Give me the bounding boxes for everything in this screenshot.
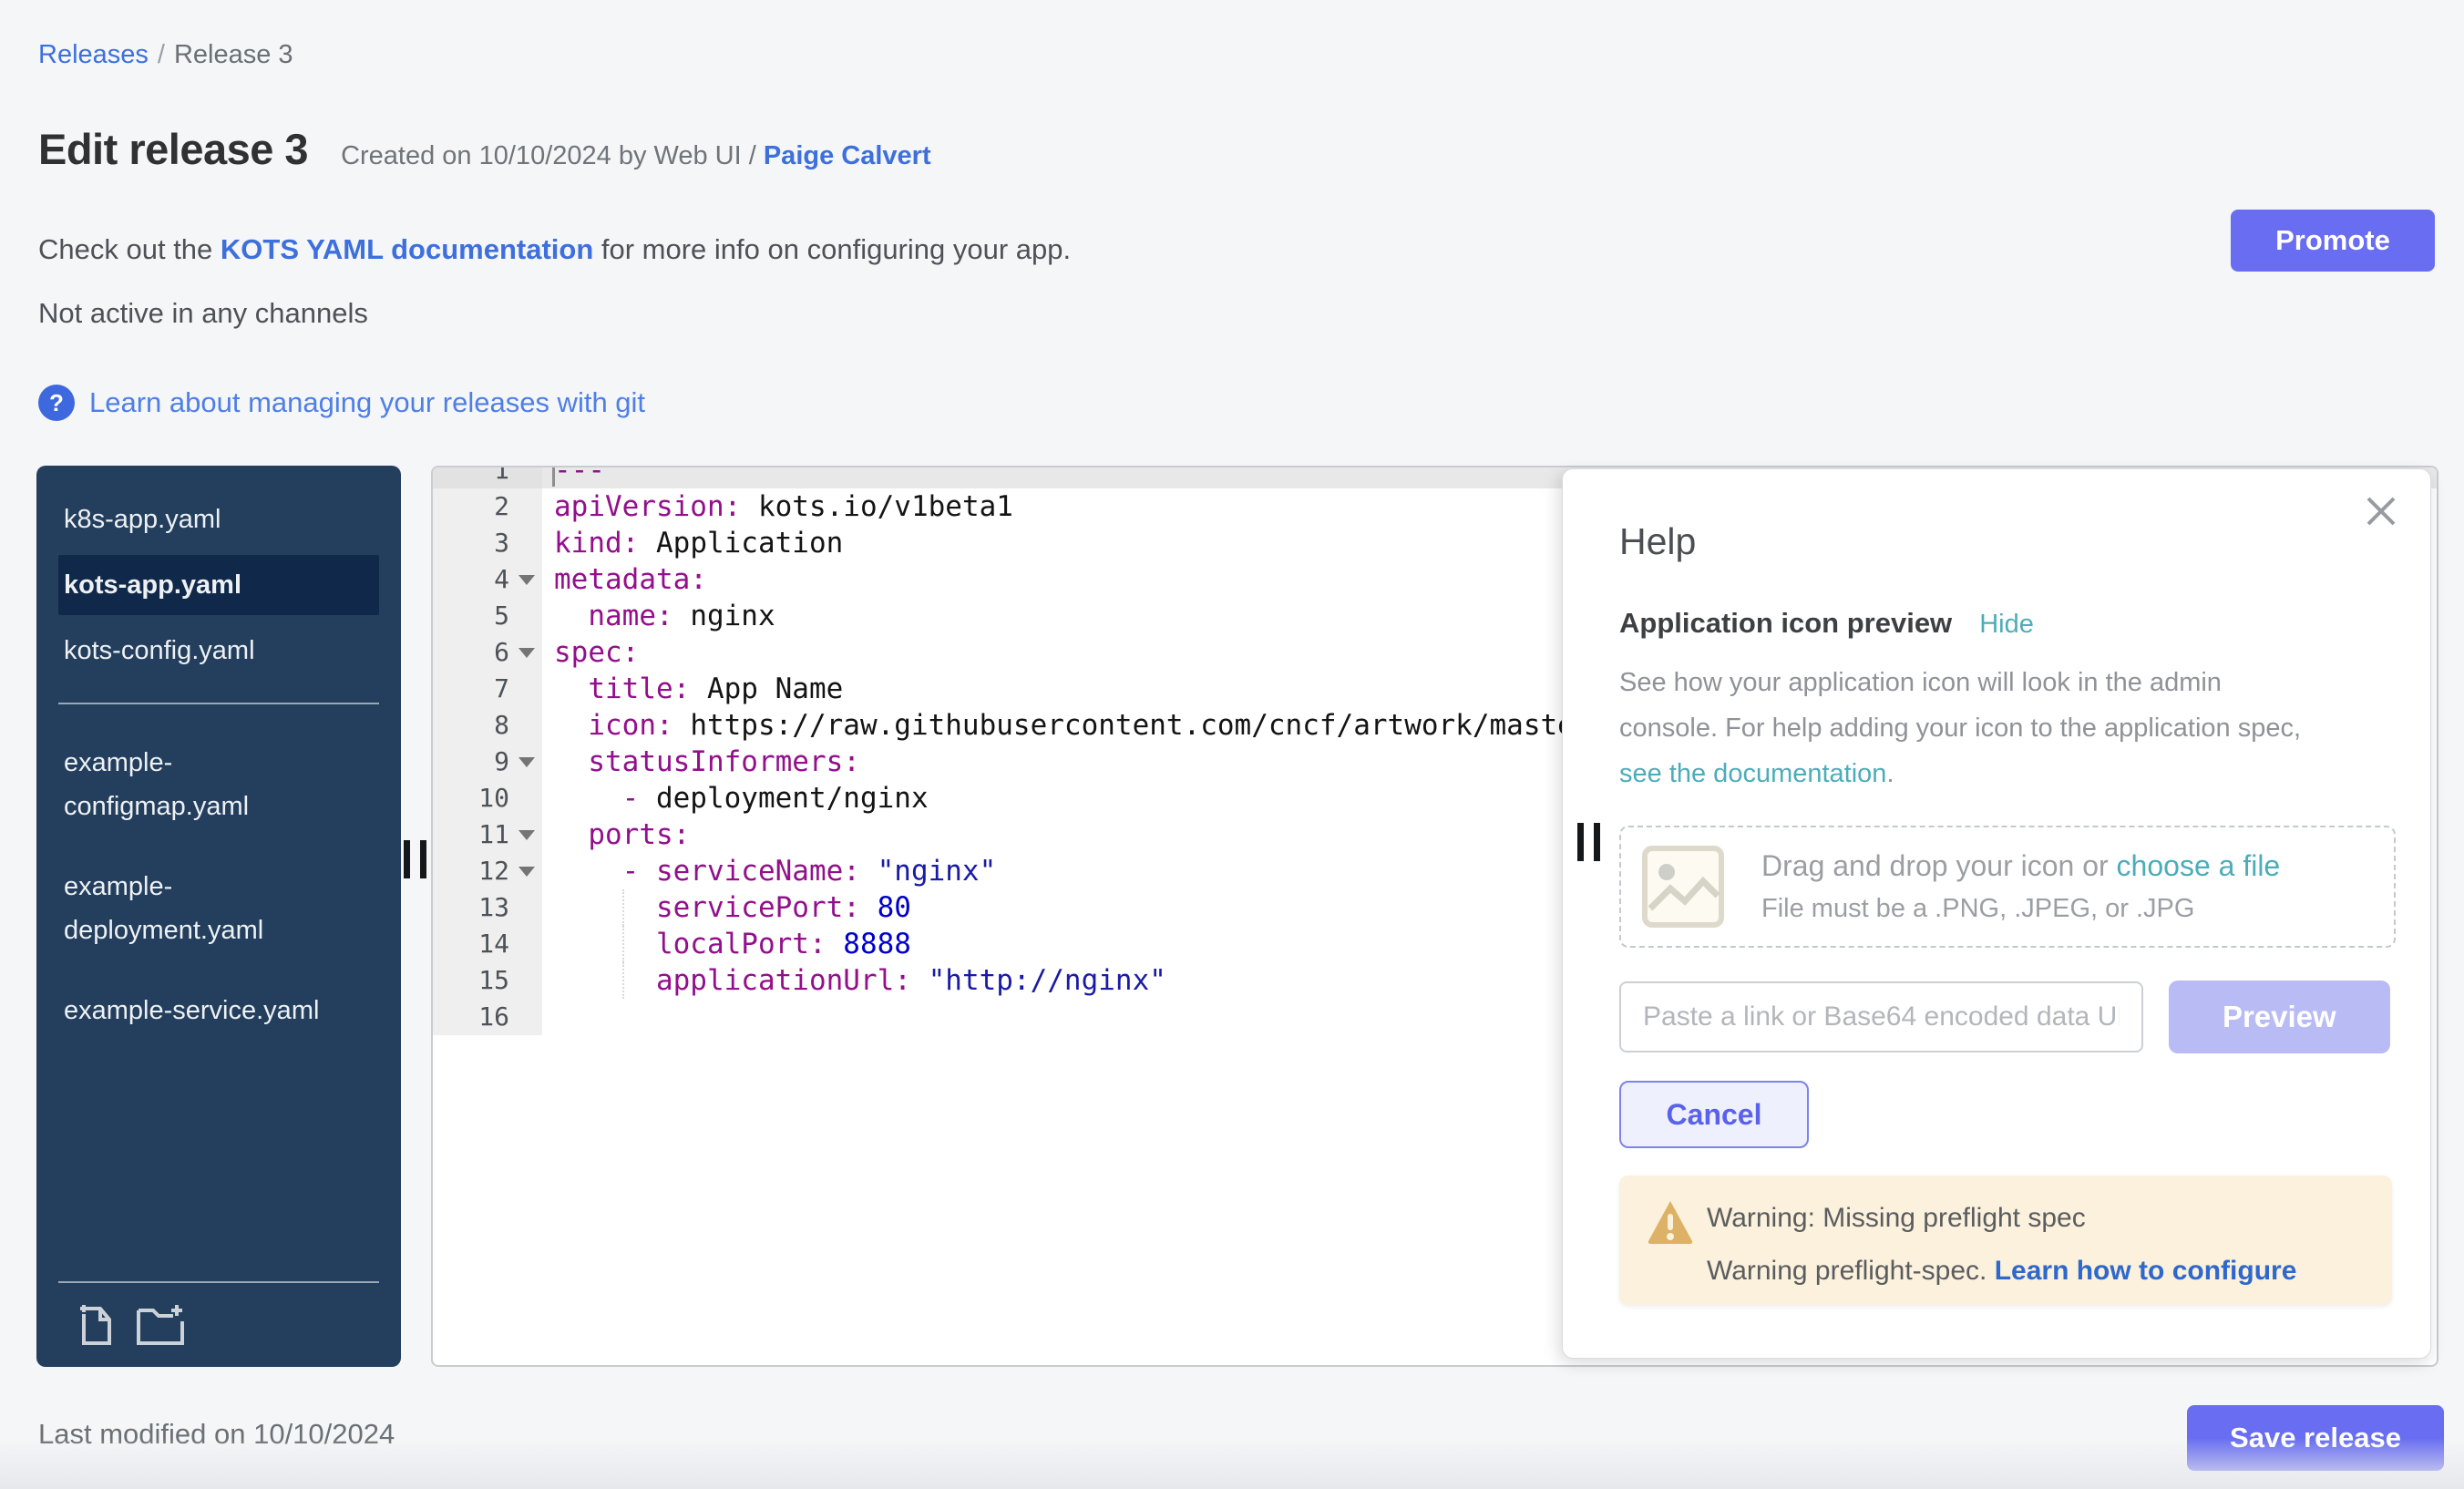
gutter-line-number: 16 [433, 999, 542, 1035]
file-tree-item[interactable]: example-deployment.yaml [58, 854, 379, 963]
gutter-line-number: 2 [433, 488, 542, 525]
file-tree-item[interactable]: kots-config.yaml [58, 621, 379, 681]
warning-icon [1647, 1199, 1694, 1245]
new-folder-icon[interactable] [135, 1301, 186, 1347]
file-tree-item[interactable]: kots-app.yaml [58, 555, 379, 615]
save-release-button[interactable]: Save release [2187, 1405, 2444, 1471]
help-title: Help [1619, 520, 2390, 563]
choose-a-file-link[interactable]: choose a file [2117, 849, 2281, 882]
file-tree-list: k8s-app.yamlkots-app.yamlkots-config.yam… [58, 489, 379, 1043]
intro-pre: Check out the [38, 233, 221, 265]
preview-button[interactable]: Preview [2169, 981, 2390, 1053]
help-panel: Help Application icon preview Hide See h… [1562, 468, 2431, 1359]
breadcrumb: Releases / Release 3 [38, 40, 293, 70]
preflight-warning-box: Warning: Missing preflight spec Warning … [1619, 1176, 2392, 1305]
gutter-line-number: 3 [433, 525, 542, 561]
helppanel-resize-handle[interactable] [1577, 823, 1600, 861]
file-tree: k8s-app.yamlkots-app.yamlkots-config.yam… [36, 466, 401, 1367]
gutter-line-number: 9 [433, 744, 542, 780]
gutter-line-number: 10 [433, 780, 542, 816]
dropzone-instruction: Drag and drop your icon or choose a file [1761, 849, 2280, 883]
intro-post: for more info on configuring your app. [593, 233, 1071, 265]
close-icon[interactable] [2363, 493, 2399, 529]
edit-release-page: Releases / Release 3 Edit release 3 Create… [0, 0, 2464, 1489]
fold-arrow-icon[interactable] [518, 757, 535, 767]
gutter-line-number: 1 [433, 466, 542, 488]
breadcrumb-releases-link[interactable]: Releases [38, 40, 149, 69]
channel-status-text: Not active in any channels [38, 297, 368, 330]
description-line: console. For help adding your icon to th… [1619, 705, 2390, 751]
gutter-line-number: 13 [433, 889, 542, 926]
last-modified-text: Last modified on 10/10/2024 [38, 1418, 395, 1451]
gutter-line-number: 8 [433, 707, 542, 744]
breadcrumb-current: Release 3 [174, 40, 293, 69]
gutter-line-number: 5 [433, 598, 542, 634]
created-by-link[interactable]: Paige Calvert [764, 141, 931, 170]
gutter-line-number: 14 [433, 926, 542, 962]
icon-preview-description: See how your application icon will look … [1619, 660, 2390, 796]
fold-arrow-icon[interactable] [518, 575, 535, 585]
fold-arrow-icon[interactable] [518, 830, 535, 840]
breadcrumb-separator: / [158, 40, 165, 69]
intro-line: Check out the KOTS YAML documentation fo… [38, 233, 1071, 266]
fold-arrow-icon[interactable] [518, 648, 535, 658]
filetree-resize-handle[interactable] [404, 840, 426, 878]
git-releases-link[interactable]: Learn about managing your releases with … [89, 386, 645, 419]
promote-button[interactable]: Promote [2231, 210, 2435, 272]
fold-arrow-icon[interactable] [518, 867, 535, 877]
new-file-icon[interactable] [77, 1301, 117, 1347]
gutter-line-number: 7 [433, 671, 542, 707]
dropzone-filetypes: File must be a .PNG, .JPEG, or .JPG [1761, 894, 2280, 924]
icon-dropzone[interactable]: Drag and drop your icon or choose a file… [1619, 826, 2396, 948]
file-tree-footer-divider [58, 1281, 379, 1283]
gutter-line-number: 15 [433, 962, 542, 999]
file-tree-item[interactable]: k8s-app.yaml [58, 489, 379, 549]
git-help-row: ? Learn about managing your releases wit… [38, 385, 645, 421]
hide-link[interactable]: Hide [1979, 610, 2034, 640]
see-documentation-link[interactable]: see the documentation [1619, 759, 1886, 788]
title-row: Edit release 3 Created on 10/10/2024 by … [38, 124, 931, 174]
file-tree-item[interactable]: example-configmap.yaml [58, 730, 379, 839]
created-info: Created on 10/10/2024 by Web UI / Paige … [341, 141, 931, 171]
gutter-line-number: 6 [433, 634, 542, 671]
kots-yaml-doc-link[interactable]: KOTS YAML documentation [221, 233, 593, 265]
warning-title: Warning: Missing preflight spec [1707, 1203, 2392, 1234]
description-line: See how your application icon will look … [1619, 660, 2390, 705]
gutter-line-number: 11 [433, 816, 542, 853]
page-title: Edit release 3 [38, 124, 308, 174]
image-placeholder-icon [1641, 845, 1725, 929]
warning-detail: Warning preflight-spec. Learn how to con… [1707, 1256, 2392, 1287]
icon-preview-title: Application icon preview [1619, 607, 1952, 640]
learn-how-to-configure-link[interactable]: Learn how to configure [1995, 1256, 2297, 1286]
created-text: Created on 10/10/2024 by Web UI / [341, 141, 764, 170]
description-line: see the documentation. [1619, 751, 2390, 796]
file-tree-divider [58, 703, 379, 704]
text-cursor [552, 466, 555, 487]
gutter-line-number: 4 [433, 561, 542, 598]
file-tree-footer [58, 1281, 379, 1347]
icon-url-input[interactable] [1619, 981, 2143, 1053]
question-icon: ? [38, 385, 75, 421]
file-tree-item[interactable]: example-service.yaml [58, 978, 379, 1043]
gutter-line-number: 12 [433, 853, 542, 889]
cancel-button[interactable]: Cancel [1619, 1081, 1809, 1148]
